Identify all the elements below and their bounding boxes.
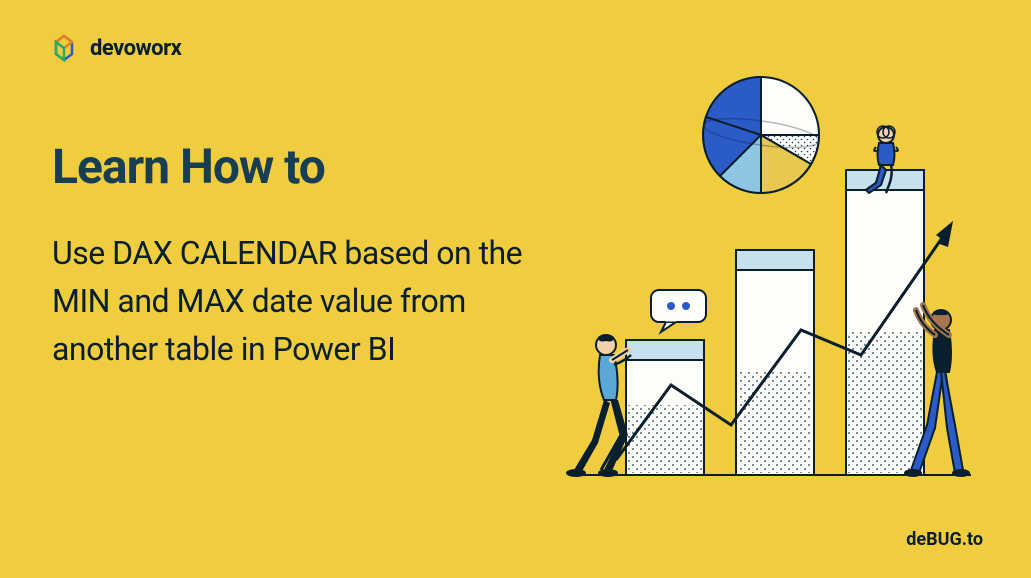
footer-brand: deBUG.to: [906, 529, 983, 550]
content-block: Learn How to Use DAX CALENDAR based on t…: [52, 138, 532, 373]
illustration-chart: [531, 75, 1001, 495]
page-subheading: Use DAX CALENDAR based on the MIN and MA…: [52, 229, 532, 373]
logo-icon: [48, 32, 80, 64]
page-heading: Learn How to: [52, 138, 532, 195]
logo-container: devoworx: [48, 32, 181, 64]
logo-text: devoworx: [90, 36, 181, 61]
